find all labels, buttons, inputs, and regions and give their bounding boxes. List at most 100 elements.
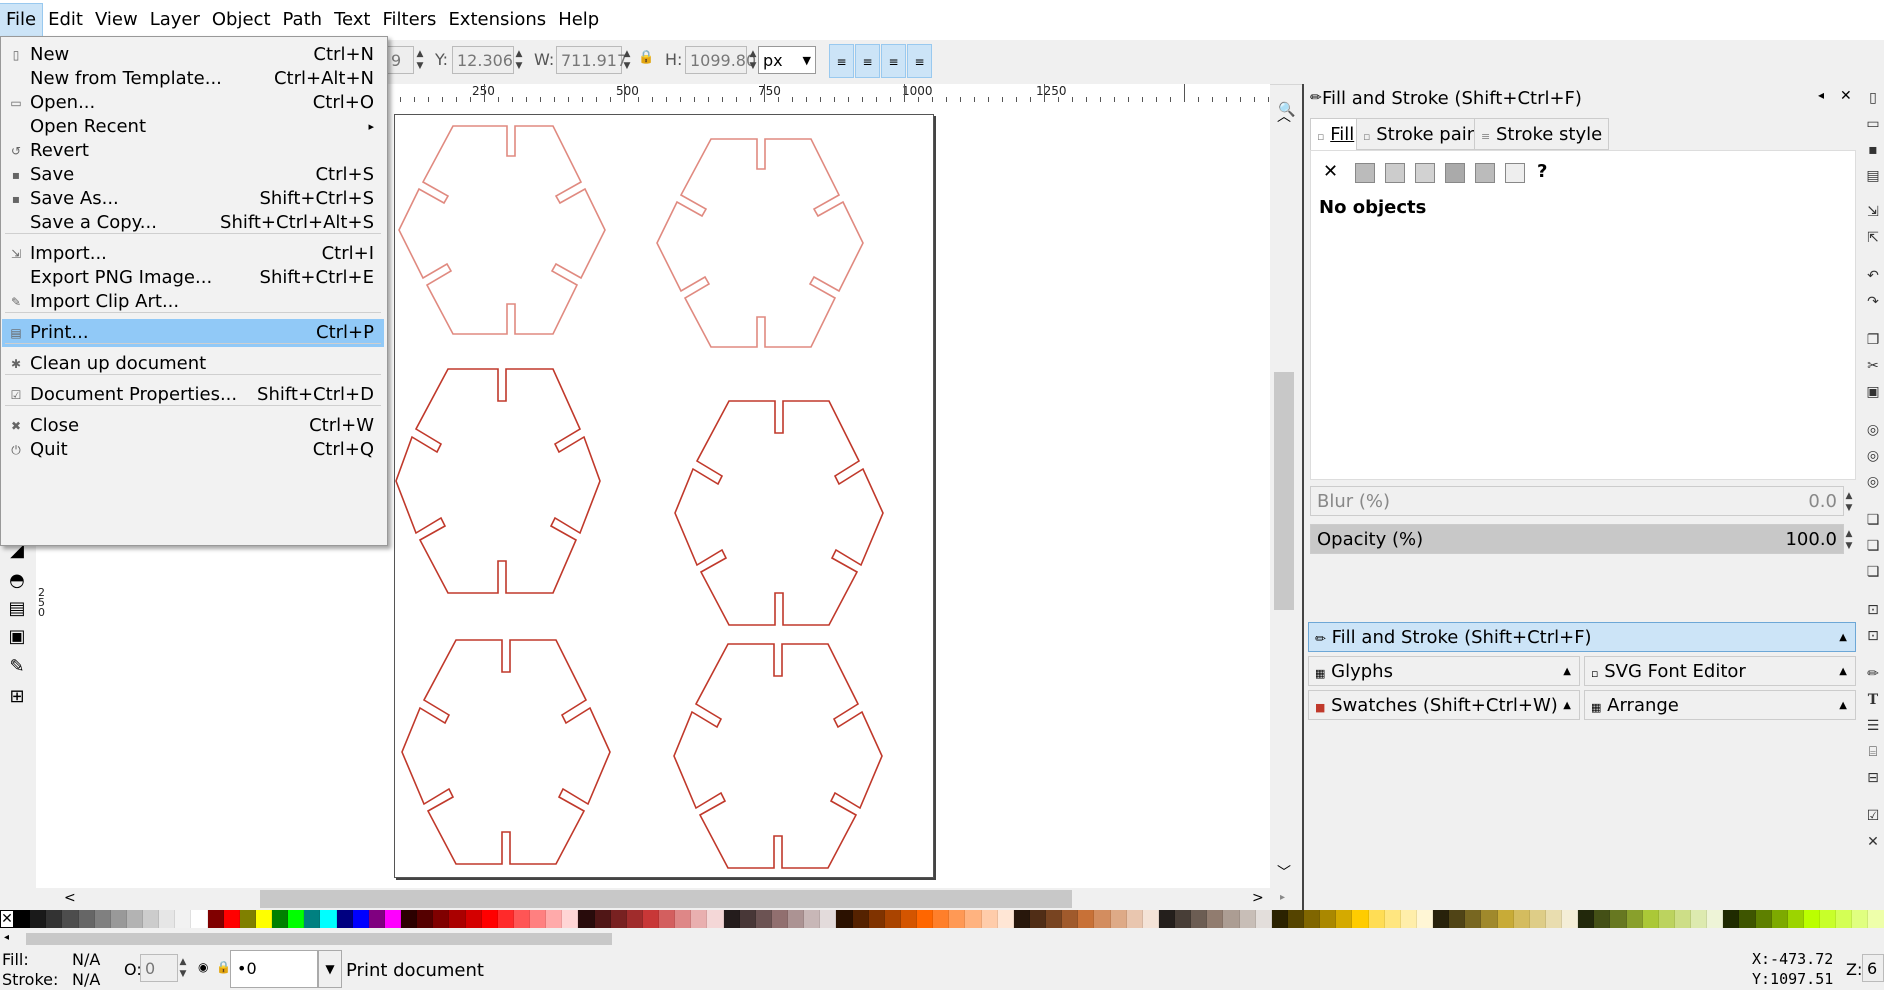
hex-piece[interactable] bbox=[673, 643, 883, 869]
mesh-gradient-icon[interactable] bbox=[1445, 163, 1465, 183]
color-swatch[interactable] bbox=[562, 910, 579, 928]
scroll-right-icon[interactable]: > bbox=[1252, 890, 1264, 906]
flat-color-icon[interactable] bbox=[1355, 163, 1375, 183]
color-swatch[interactable] bbox=[1239, 910, 1256, 928]
color-swatch[interactable] bbox=[546, 910, 563, 928]
pattern-icon[interactable] bbox=[1475, 163, 1495, 183]
color-swatch[interactable] bbox=[304, 910, 321, 928]
color-swatch[interactable] bbox=[997, 910, 1014, 928]
color-swatch[interactable] bbox=[1287, 910, 1304, 928]
color-swatch[interactable] bbox=[1029, 910, 1046, 928]
duplicate-icon[interactable]: ❏ bbox=[1865, 512, 1881, 528]
vertical-scrollbar[interactable]: 🔍 ︿ ﹀ bbox=[1270, 102, 1298, 888]
color-swatch[interactable] bbox=[626, 910, 643, 928]
document-properties-icon[interactable]: ☑ bbox=[1865, 808, 1881, 824]
blur-spinner[interactable]: ▲ ▼ bbox=[1844, 490, 1854, 514]
color-swatch[interactable] bbox=[449, 910, 466, 928]
color-swatch[interactable] bbox=[320, 910, 337, 928]
blur-slider[interactable]: Blur (%) 0.0 bbox=[1310, 486, 1844, 516]
lock-icon[interactable]: 🔒 bbox=[216, 960, 231, 974]
menu-edit[interactable]: Edit bbox=[42, 4, 89, 36]
color-swatch[interactable] bbox=[255, 910, 272, 928]
color-swatch[interactable] bbox=[1868, 910, 1884, 928]
color-swatch[interactable] bbox=[1400, 910, 1417, 928]
undo-icon[interactable]: ↶ bbox=[1865, 268, 1881, 284]
color-swatch[interactable] bbox=[1707, 910, 1724, 928]
color-swatch[interactable] bbox=[917, 910, 934, 928]
dock-tab-swatches[interactable]: ■ Swatches (Shift+Ctrl+W) ▲ bbox=[1308, 690, 1580, 720]
open-icon[interactable]: ▭ bbox=[1865, 116, 1881, 132]
color-swatch[interactable] bbox=[1449, 910, 1466, 928]
color-swatch[interactable] bbox=[1674, 910, 1691, 928]
hex-piece[interactable] bbox=[656, 138, 864, 348]
color-swatch[interactable] bbox=[433, 910, 450, 928]
color-swatch[interactable] bbox=[368, 910, 385, 928]
unit-select[interactable]: px ▼ bbox=[758, 46, 816, 74]
color-swatch[interactable] bbox=[900, 910, 917, 928]
hex-piece[interactable] bbox=[674, 400, 884, 626]
color-swatch[interactable] bbox=[1594, 910, 1611, 928]
palette-scrollbar[interactable]: ◂ bbox=[0, 930, 1884, 948]
color-swatch[interactable] bbox=[1352, 910, 1369, 928]
tab-fill[interactable]: ▫ Fill bbox=[1310, 118, 1362, 150]
preferences-icon[interactable]: ✕ bbox=[1865, 834, 1881, 850]
y-spinner[interactable]: ▲ ▼ bbox=[514, 48, 524, 72]
x-input[interactable]: 9 bbox=[386, 46, 414, 74]
color-swatch[interactable] bbox=[1626, 910, 1643, 928]
unlink-clone-icon[interactable]: ❏ bbox=[1865, 564, 1881, 580]
unset-paint-icon[interactable]: ? bbox=[1537, 161, 1547, 182]
paint-bucket-icon[interactable]: ◓ bbox=[4, 568, 30, 594]
color-swatch[interactable] bbox=[610, 910, 627, 928]
menu-layer[interactable]: Layer bbox=[144, 4, 206, 36]
status-opacity-spinner[interactable]: ▲ ▼ bbox=[178, 956, 188, 980]
menu-path[interactable]: Path bbox=[277, 4, 329, 36]
color-swatch[interactable] bbox=[1771, 910, 1788, 928]
text-dialog-icon[interactable]: T bbox=[1865, 692, 1881, 708]
color-swatch[interactable] bbox=[1271, 910, 1288, 928]
color-swatch[interactable] bbox=[1497, 910, 1514, 928]
dock-close-icon[interactable]: ✕ bbox=[1840, 88, 1852, 104]
color-swatch[interactable] bbox=[965, 910, 982, 928]
menu-help[interactable]: Help bbox=[552, 4, 605, 36]
fill-value[interactable]: N/A bbox=[72, 950, 100, 969]
color-swatch[interactable] bbox=[1336, 910, 1353, 928]
color-swatch[interactable] bbox=[1545, 910, 1562, 928]
zoom-drawing-icon[interactable]: ◎ bbox=[1865, 448, 1881, 464]
color-swatch[interactable] bbox=[788, 910, 805, 928]
horizontal-scroll-thumb[interactable] bbox=[260, 890, 1072, 908]
color-swatch[interactable] bbox=[981, 910, 998, 928]
tab-stroke-style[interactable]: ≡ Stroke style bbox=[1474, 118, 1610, 150]
scroll-up-icon[interactable]: ︿ bbox=[1277, 106, 1291, 126]
color-swatch[interactable] bbox=[78, 910, 95, 928]
mesh-icon[interactable]: ▣ bbox=[4, 624, 30, 650]
color-swatch[interactable] bbox=[1320, 910, 1337, 928]
color-swatch[interactable] bbox=[1610, 910, 1627, 928]
color-swatch[interactable] bbox=[1175, 910, 1192, 928]
save-icon[interactable]: ▪ bbox=[1865, 142, 1881, 158]
color-swatch[interactable] bbox=[239, 910, 256, 928]
color-swatch[interactable] bbox=[1126, 910, 1143, 928]
color-swatch[interactable] bbox=[594, 910, 611, 928]
chevron-down-icon[interactable]: ▼ bbox=[318, 950, 342, 988]
opacity-spinner[interactable]: ▲ ▼ bbox=[1844, 528, 1854, 552]
color-swatch[interactable] bbox=[1803, 910, 1820, 928]
copy-icon[interactable]: ❐ bbox=[1865, 332, 1881, 348]
color-swatch[interactable] bbox=[836, 910, 853, 928]
color-swatch[interactable] bbox=[1094, 910, 1111, 928]
color-swatch[interactable] bbox=[868, 910, 885, 928]
stroke-value[interactable]: N/A bbox=[72, 970, 100, 989]
hex-piece[interactable] bbox=[401, 639, 611, 865]
color-swatch[interactable] bbox=[755, 910, 772, 928]
color-swatch[interactable] bbox=[852, 910, 869, 928]
color-swatch[interactable] bbox=[884, 910, 901, 928]
color-swatch[interactable] bbox=[1110, 910, 1127, 928]
w-spinner[interactable]: ▲ ▼ bbox=[622, 48, 632, 72]
color-swatch[interactable] bbox=[1046, 910, 1063, 928]
menu-filters[interactable]: Filters bbox=[376, 4, 442, 36]
color-swatch[interactable] bbox=[223, 910, 240, 928]
vertical-scroll-thumb[interactable] bbox=[1274, 372, 1294, 610]
color-swatch[interactable] bbox=[1481, 910, 1498, 928]
export-icon[interactable]: ⇱ bbox=[1865, 230, 1881, 246]
zoom-page-icon[interactable]: ◎ bbox=[1865, 474, 1881, 490]
no-paint-icon[interactable]: ✕ bbox=[1323, 161, 1338, 182]
